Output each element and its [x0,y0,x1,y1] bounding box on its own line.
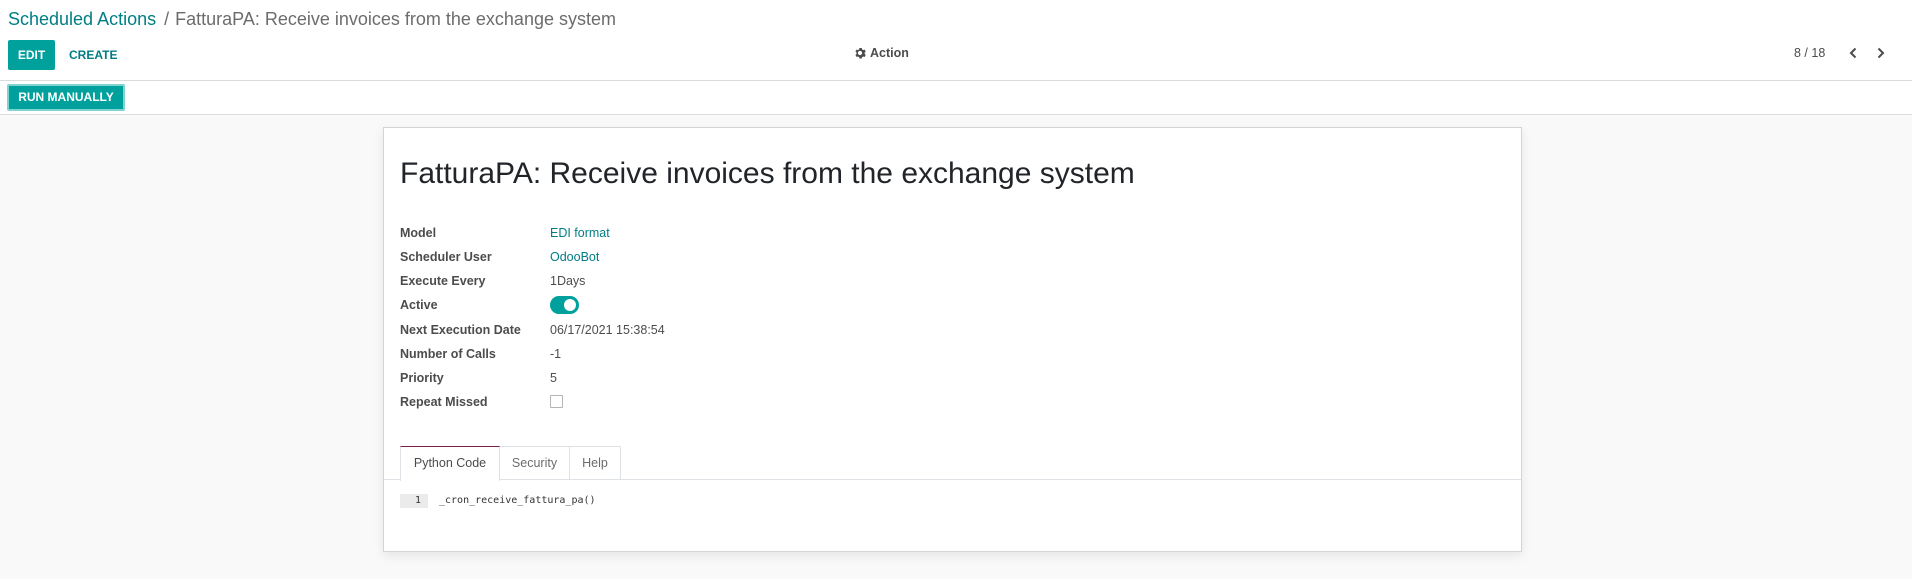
scheduler-user-link[interactable]: OdooBot [550,250,599,264]
field-label-scheduler-user: Scheduler User [400,250,492,264]
field-label-model: Model [400,226,437,240]
field-priority: Priority 5 [400,369,1000,389]
gear-icon [855,47,866,59]
field-label-priority: Priority [400,371,444,385]
tab-security[interactable]: Security [499,446,570,480]
field-repeat-missed: Repeat Missed [400,393,1000,413]
breadcrumb-current: FatturaPA: Receive invoices from the exc… [175,9,616,29]
edit-button[interactable]: EDIT [8,40,55,70]
breadcrumb-parent-link[interactable]: Scheduled Actions [8,9,156,29]
chevron-right-icon [1877,47,1885,59]
field-active: Active [400,296,1000,316]
action-dropdown[interactable]: Action [854,46,909,60]
field-label-next-execution-date: Next Execution Date [400,323,521,337]
tab-python-code[interactable]: Python Code [400,446,500,481]
run-manually-button[interactable]: RUN MANUALLY [7,84,125,111]
priority-value: 5 [550,371,557,385]
model-link[interactable]: EDI format [550,226,610,240]
field-model: Model EDI format [400,224,1000,244]
action-label: Action [870,46,909,60]
field-label-execute-every: Execute Every [400,274,486,288]
toggle-knob [564,299,576,311]
field-number-of-calls: Number of Calls -1 [400,345,1000,365]
record-title: FatturaPA: Receive invoices from the exc… [400,157,1135,190]
create-button[interactable]: CREATE [63,40,123,70]
field-label-repeat-missed: Repeat Missed [400,395,488,409]
execute-every-value: 1Days [550,274,586,288]
repeat-missed-checkbox[interactable] [550,395,563,408]
chevron-left-icon [1849,47,1857,59]
active-toggle[interactable] [550,296,579,314]
next-execution-date-value: 06/17/2021 15:38:54 [550,323,665,337]
field-label-active: Active [400,298,438,312]
breadcrumb: Scheduled Actions / FatturaPA: Receive inv… [8,8,616,30]
number-of-calls-value: -1 [550,347,562,361]
field-scheduler-user: Scheduler User OdooBot [400,248,1000,268]
pager-next-button[interactable] [1872,44,1890,62]
tab-help[interactable]: Help [569,446,621,480]
pager-value[interactable]: 8 / 18 [1794,46,1825,60]
breadcrumb-separator: / [164,9,170,29]
tabs-divider [384,479,1521,480]
field-label-number-of-calls: Number of Calls [400,347,496,361]
field-execute-every: Execute Every 1Days [400,272,1000,292]
field-next-execution-date: Next Execution Date 06/17/2021 15:38:54 [400,321,1000,341]
code-editor-line[interactable]: _cron_receive_fattura_pa() [439,494,596,508]
control-panel: Scheduled Actions / FatturaPA: Receive inv… [0,0,1912,81]
form-statusbar: RUN MANUALLY [0,81,1912,115]
code-line-number: 1 [400,494,428,508]
form-sheet: FatturaPA: Receive invoices from the exc… [383,127,1522,552]
pager-previous-button[interactable] [1844,44,1862,62]
